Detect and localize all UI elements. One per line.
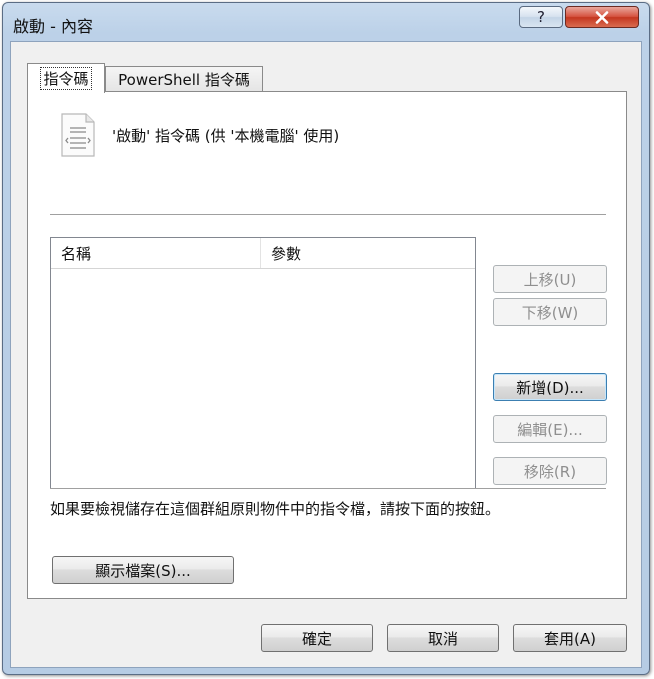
help-icon: ?: [537, 8, 545, 26]
tab-powershell-label: PowerShell 指令碼: [118, 71, 250, 89]
move-up-button[interactable]: 上移(U): [493, 265, 607, 293]
show-files-button[interactable]: 顯示檔案(S)...: [52, 556, 234, 584]
info-text: 如果要檢視儲存在這個群組原則物件中的指令檔，請按下面的按鈕。: [50, 500, 501, 518]
edit-label: 編輯(E)...: [517, 420, 583, 439]
dialog-client-area: 指令碼 PowerShell 指令碼 '啟動' 指令碼 (供 '本機電腦' 使用…: [10, 41, 642, 668]
column-name-label: 名稱: [61, 244, 92, 263]
edit-button[interactable]: 編輯(E)...: [493, 415, 607, 443]
move-down-button[interactable]: 下移(W): [493, 298, 607, 326]
remove-button[interactable]: 移除(R): [493, 457, 607, 485]
cancel-label: 取消: [427, 629, 458, 648]
show-files-label: 顯示檔案(S)...: [95, 561, 191, 580]
dialog-window: 啟動 - 內容 ? 指令碼 PowerShell 指令碼 '啟動' 指令碼 (供…: [2, 2, 650, 675]
move-down-label: 下移(W): [521, 303, 579, 322]
tab-panel-scripts: '啟動' 指令碼 (供 '本機電腦' 使用) 名稱 參數 上移(U) 下移(W): [27, 91, 627, 599]
help-button[interactable]: ?: [519, 6, 563, 28]
column-header-parameters[interactable]: 參數: [261, 238, 475, 268]
close-button[interactable]: [565, 6, 639, 28]
close-icon: [595, 10, 609, 24]
ok-label: 確定: [301, 629, 332, 648]
add-label: 新增(D)...: [516, 378, 584, 397]
column-header-name[interactable]: 名稱: [51, 238, 261, 268]
bottom-separator: [50, 488, 606, 490]
column-parameters-label: 參數: [271, 244, 302, 263]
ok-button[interactable]: 確定: [261, 624, 373, 652]
top-separator: [50, 214, 606, 216]
remove-label: 移除(R): [523, 462, 577, 481]
tab-scripts-label: 指令碼: [40, 67, 92, 90]
move-up-label: 上移(U): [523, 270, 577, 289]
tab-powershell-scripts[interactable]: PowerShell 指令碼: [105, 66, 263, 92]
panel-heading: '啟動' 指令碼 (供 '本機電腦' 使用): [112, 127, 340, 145]
title-bar[interactable]: 啟動 - 內容 ?: [3, 3, 649, 43]
apply-button[interactable]: 套用(A): [513, 624, 627, 652]
add-button[interactable]: 新增(D)...: [493, 373, 607, 401]
scripts-list[interactable]: 名稱 參數: [50, 237, 476, 489]
apply-label: 套用(A): [544, 629, 596, 648]
window-title: 啟動 - 內容: [13, 17, 93, 36]
tab-scripts[interactable]: 指令碼: [27, 63, 105, 93]
cancel-button[interactable]: 取消: [387, 624, 499, 652]
list-header: 名稱 參數: [51, 238, 475, 269]
script-file-icon: [61, 113, 95, 157]
